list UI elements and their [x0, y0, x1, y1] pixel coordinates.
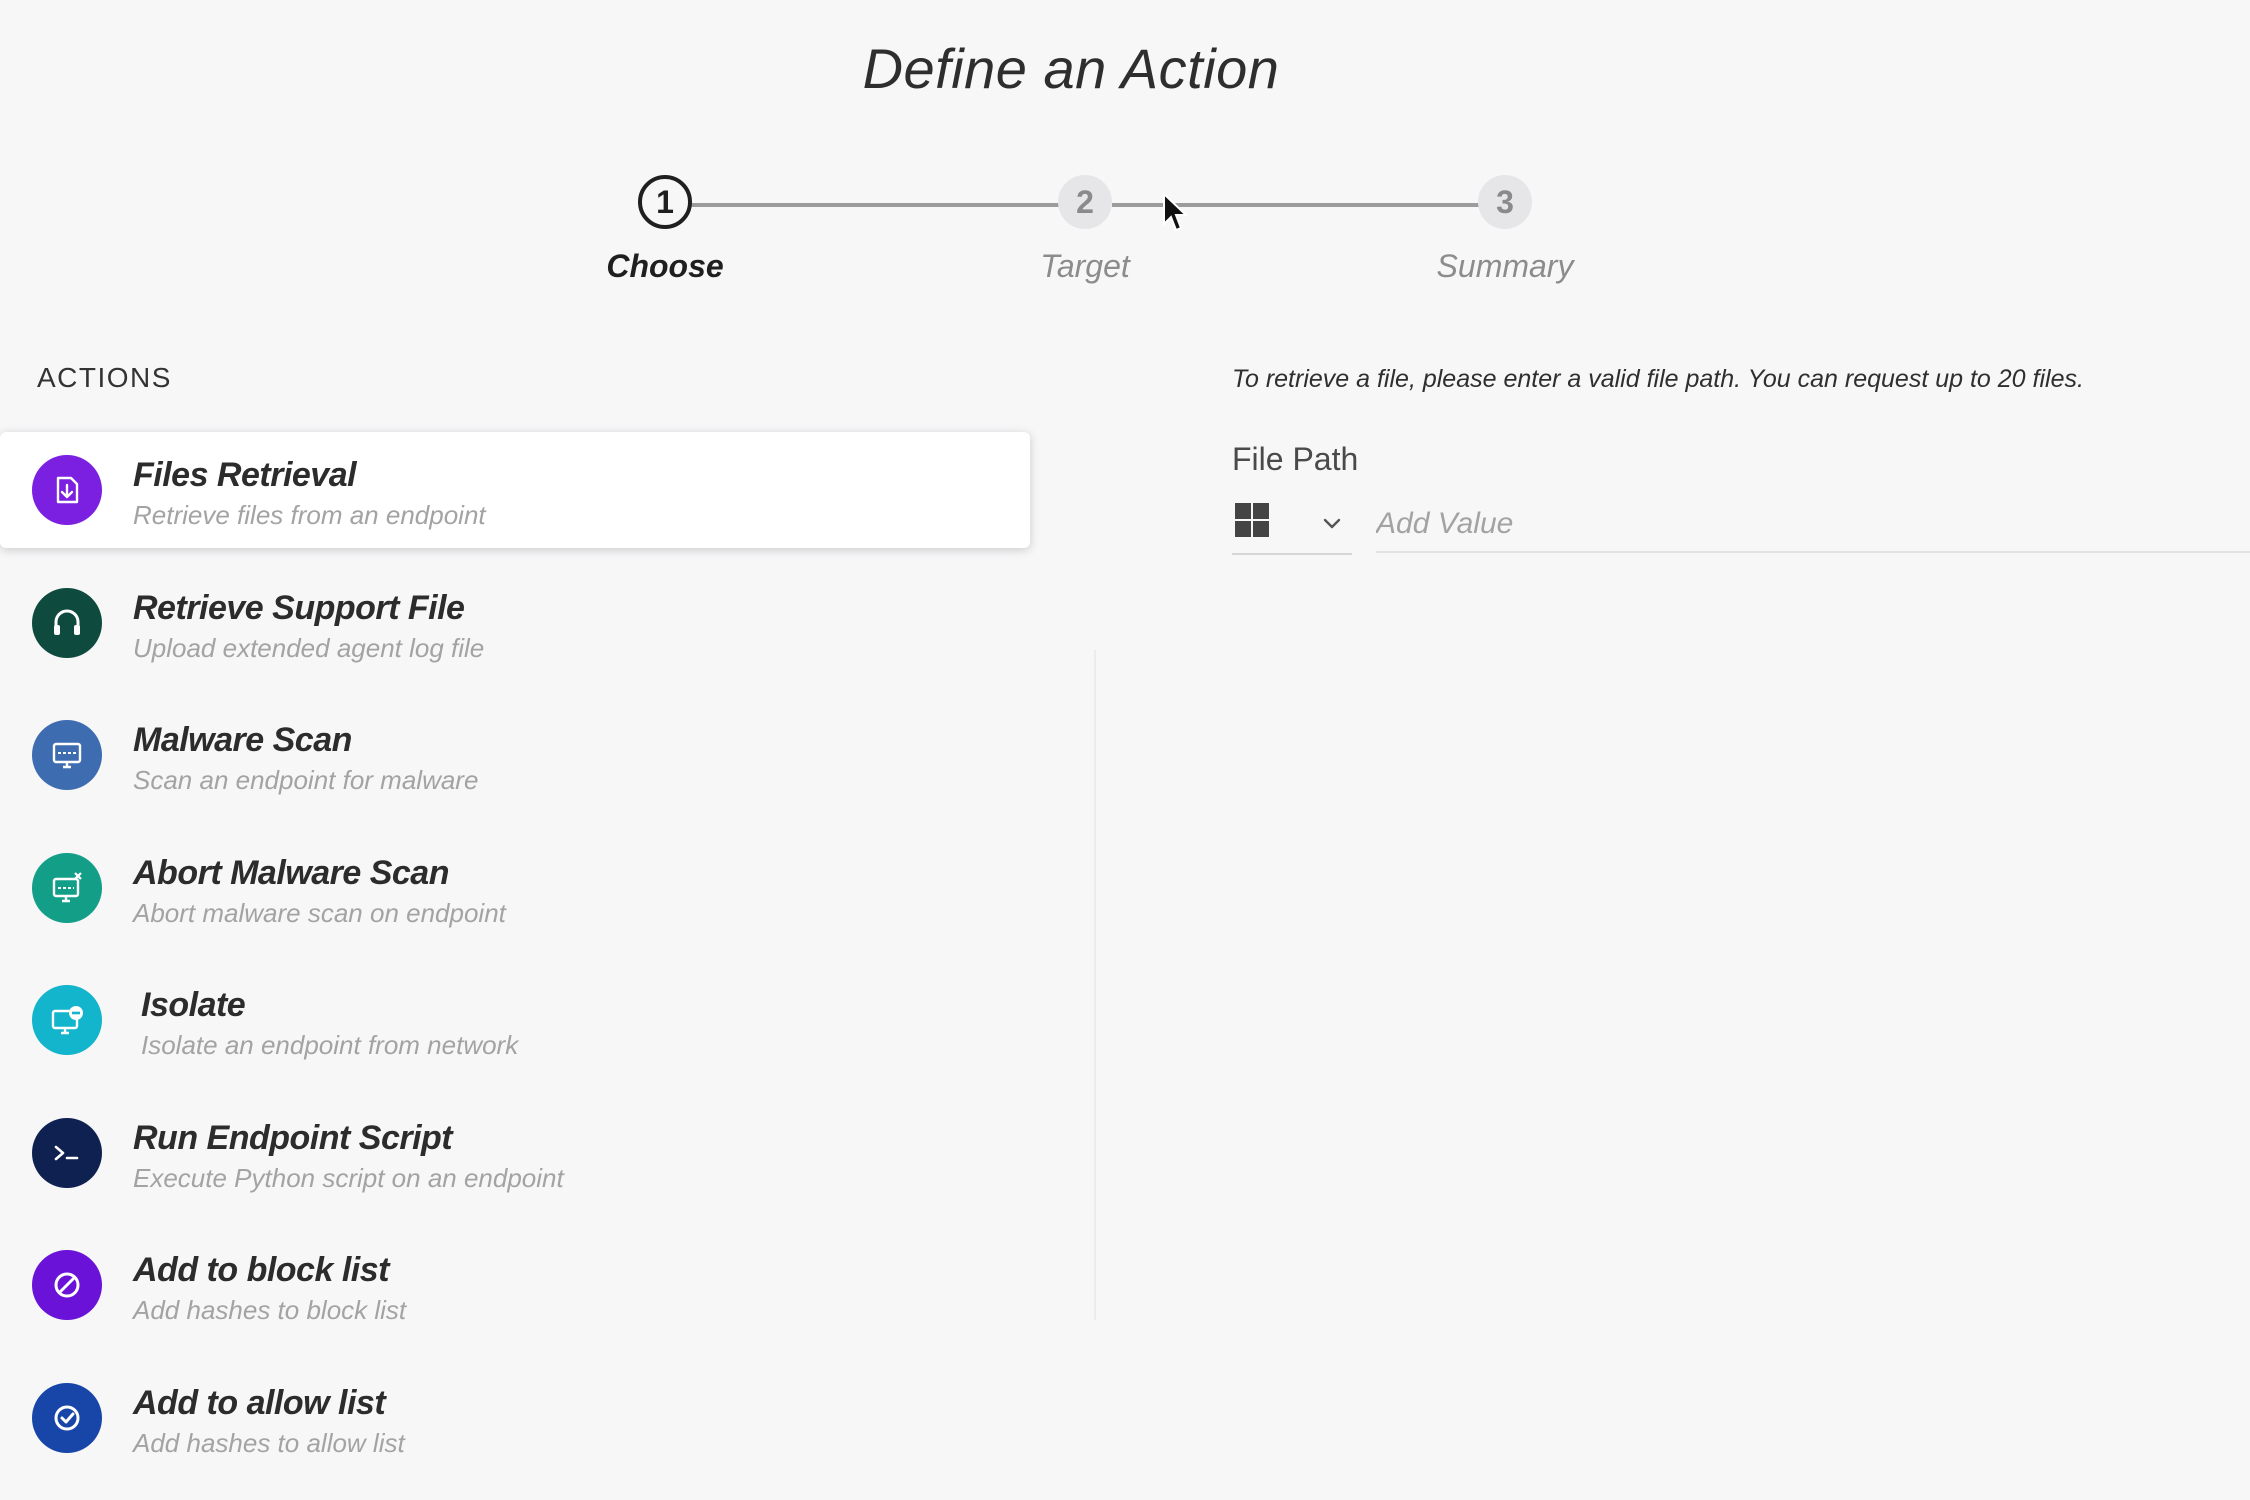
chevron-down-icon	[1322, 517, 1342, 536]
action-title: Malware Scan	[133, 721, 352, 759]
action-description: Abort malware scan on endpoint	[133, 897, 506, 928]
step-1-indicator[interactable]: 1	[638, 175, 692, 229]
check-circle-icon	[32, 1382, 102, 1453]
instructions-text: To retrieve a file, please enter a valid…	[1232, 365, 2084, 393]
terminal-icon	[32, 1117, 102, 1188]
headset-icon	[32, 587, 102, 658]
step-1-number: 1	[656, 183, 674, 220]
actions-list: Files Retrieval Retrieve files from an e…	[0, 432, 1030, 1492]
action-title: Abort Malware Scan	[133, 853, 449, 892]
step-2-indicator[interactable]: 2	[1058, 175, 1112, 229]
action-description: Retrieve files from an endpoint	[133, 500, 486, 530]
action-retrieve-support-file[interactable]: Retrieve Support File Upload extended ag…	[0, 565, 1030, 681]
action-description: Add hashes to block list	[133, 1295, 407, 1325]
step-2-number: 2	[1076, 183, 1094, 220]
action-abort-malware-scan[interactable]: Abort Malware Scan Abort malware scan on…	[0, 830, 1030, 946]
windows-icon	[1234, 502, 1270, 543]
action-title: Isolate	[141, 986, 246, 1024]
action-title: Run Endpoint Script	[133, 1118, 453, 1157]
mouse-cursor-icon	[1162, 191, 1190, 239]
action-description: Isolate an endpoint from network	[141, 1030, 519, 1060]
action-add-to-allow-list[interactable]: Add to allow list Add hashes to allow li…	[0, 1360, 1030, 1476]
action-isolate[interactable]: Isolate Isolate an endpoint from network	[0, 962, 1030, 1078]
action-files-retrieval[interactable]: Files Retrieval Retrieve files from an e…	[0, 432, 1030, 548]
action-add-to-block-list[interactable]: Add to block list Add hashes to block li…	[0, 1227, 1030, 1343]
action-malware-scan[interactable]: Malware Scan Scan an endpoint for malwar…	[0, 697, 1030, 813]
action-description: Add hashes to allow list	[133, 1427, 405, 1458]
monitor-abort-icon	[32, 852, 102, 923]
step-connector-1-2	[691, 203, 1060, 207]
step-3-label: Summary	[1436, 248, 1574, 284]
action-description: Execute Python script on an endpoint	[133, 1162, 564, 1193]
action-description: Scan an endpoint for malware	[133, 765, 479, 795]
file-path-label: File Path	[1232, 441, 1359, 477]
block-icon	[32, 1250, 102, 1320]
column-divider	[1094, 650, 1096, 1320]
file-download-icon	[32, 455, 102, 525]
step-1-label: Choose	[606, 248, 724, 284]
file-path-value-input[interactable]	[1376, 497, 2250, 553]
action-description: Upload extended agent log file	[133, 632, 485, 663]
action-title: Add to block list	[133, 1251, 389, 1289]
stepper: 1 2 3 Choose Target Summary	[0, 0, 2250, 300]
action-title: Add to allow list	[133, 1383, 386, 1422]
monitor-scan-icon	[32, 720, 102, 790]
action-title: Files Retrieval	[133, 456, 357, 494]
monitor-isolate-icon	[32, 985, 102, 1055]
os-select-dropdown[interactable]	[1232, 497, 1352, 555]
action-run-endpoint-script[interactable]: Run Endpoint Script Execute Python scrip…	[0, 1095, 1030, 1211]
step-3-indicator[interactable]: 3	[1478, 175, 1532, 229]
step-3-number: 3	[1496, 183, 1514, 220]
step-2-label: Target	[1040, 248, 1130, 284]
actions-heading: ACTIONS	[37, 362, 172, 393]
action-title: Retrieve Support File	[133, 588, 465, 627]
